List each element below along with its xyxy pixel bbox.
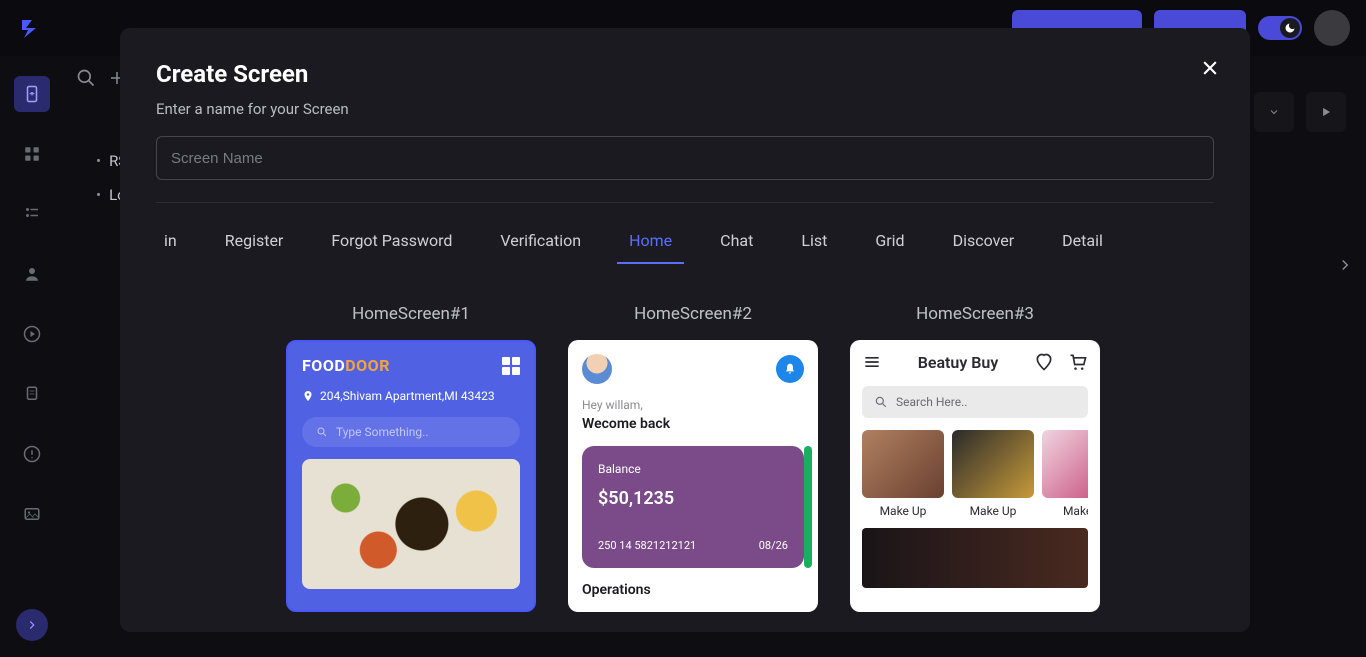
preview-balance-card: Balance $50,1235 250 14 5821212121 08/26 [582,446,804,568]
preview-welcome: Wecome back [582,416,804,432]
sidebar-doc-icon[interactable] [14,376,50,412]
card-title: HomeScreen#1 [352,304,470,324]
tab-home[interactable]: Home [629,231,672,264]
card-title: HomeScreen#3 [916,304,1034,324]
preview-greeting: Hey willam, [582,398,804,412]
preview-operations: Operations [582,582,804,598]
preview-brand: Beatuy Buy [918,353,999,372]
preview-category: Make Up [952,430,1034,518]
sidebar-screens-icon[interactable] [14,76,50,112]
close-button[interactable] [1198,56,1222,80]
tab-grid[interactable]: Grid [875,231,904,264]
grid-icon [502,357,520,375]
menu-icon [862,352,882,372]
tab-forgot-password[interactable]: Forgot Password [331,231,452,264]
screen-name-input[interactable] [156,136,1214,180]
left-sidebar [0,56,64,657]
dropdown-button[interactable] [1254,92,1294,132]
tab-detail[interactable]: Detail [1062,231,1103,264]
preview-banner [862,528,1088,588]
tab-register[interactable]: Register [225,231,284,264]
template-tabs: in Register Forgot Password Verification… [156,231,1214,264]
sidebar-expand-button[interactable] [16,609,48,641]
preview-category: Make Up [862,430,944,518]
app-logo-icon [16,14,44,42]
sidebar-play-icon[interactable] [14,316,50,352]
preview-avatar [582,354,612,384]
preview-category: Make U [1042,430,1088,518]
preview-search: Type Something.. [302,417,520,447]
template-cards: HomeScreen#1 FOODDOOR 204,Shivam Apartme… [156,304,1214,612]
preview-logo: FOODDOOR [302,356,390,375]
moon-icon [1280,18,1300,38]
template-card-home2[interactable]: Hey willam, Wecome back Balance $50,1235… [568,340,818,612]
preview-search: Search Here.. [862,386,1088,418]
heart-icon [1034,352,1054,372]
tab-discover[interactable]: Discover [953,231,1015,264]
cart-icon [1068,352,1088,372]
play-button[interactable] [1306,92,1346,132]
tab-login-partial[interactable]: in [164,231,177,264]
sidebar-user-icon[interactable] [14,256,50,292]
preview-address: 204,Shivam Apartment,MI 43423 [302,389,520,403]
tab-verification[interactable]: Verification [500,231,581,264]
sidebar-image-icon[interactable] [14,496,50,532]
user-avatar[interactable] [1314,10,1350,46]
template-card-home1[interactable]: FOODDOOR 204,Shivam Apartment,MI 43423 T… [286,340,536,612]
divider [156,202,1214,203]
preview-food-image [302,459,520,589]
card-title: HomeScreen#2 [634,304,752,324]
sidebar-tree-icon[interactable] [14,196,50,232]
search-icon[interactable] [76,68,96,88]
sidebar-widgets-icon[interactable] [14,136,50,172]
modal-subtitle: Enter a name for your Screen [156,100,1214,118]
bell-icon [776,355,804,383]
create-screen-modal: Create Screen Enter a name for your Scre… [120,28,1250,632]
sidebar-alert-icon[interactable] [14,436,50,472]
theme-toggle[interactable] [1258,16,1302,40]
chevron-right-icon[interactable] [1336,256,1354,274]
tab-list[interactable]: List [801,231,827,264]
template-card-home3[interactable]: Beatuy Buy Search Here.. Make Up Make Up… [850,340,1100,612]
modal-title: Create Screen [156,60,1214,88]
tab-chat[interactable]: Chat [720,231,753,264]
